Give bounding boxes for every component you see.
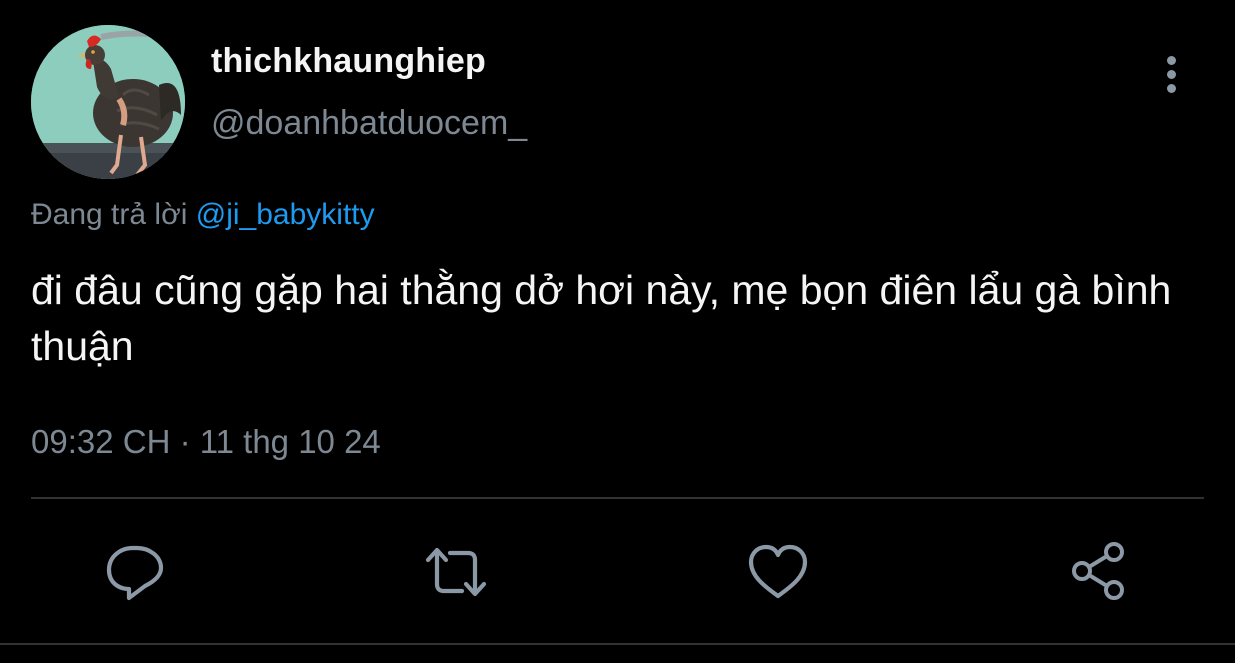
replying-to: Đang trả lời @ji_babykitty [31, 198, 375, 232]
reply-mention-link[interactable]: @ji_babykitty [196, 198, 375, 231]
tweet-text: đi đâu cũng gặp hai thằng dở hơi này, mẹ… [31, 267, 1172, 369]
retweet-button[interactable] [424, 540, 488, 604]
avatar[interactable] [31, 25, 185, 179]
more-dot-icon [1167, 56, 1176, 65]
user-handle[interactable]: @doanhbatduocem_ [211, 104, 527, 143]
like-button[interactable] [746, 540, 810, 604]
share-button[interactable] [1068, 540, 1132, 604]
heart-icon [748, 544, 808, 599]
bottom-divider [0, 643, 1235, 645]
rooster-avatar-image [31, 25, 185, 179]
share-icon [1072, 542, 1124, 600]
more-options-button[interactable] [1150, 52, 1194, 96]
replying-to-label: Đang trả lời [31, 198, 188, 231]
display-name[interactable]: thichkhaunghiep [211, 42, 486, 81]
tweet-timestamp[interactable]: 09:32 CH · 11 thg 10 24 [31, 423, 381, 461]
reply-icon [106, 545, 164, 601]
reply-button[interactable] [103, 540, 167, 604]
retweet-icon [425, 547, 487, 597]
tweet-detail: thichkhaunghiep @doanhbatduocem_ Đang tr… [0, 0, 1235, 663]
divider [31, 497, 1204, 499]
more-dot-icon [1167, 84, 1176, 93]
more-dot-icon [1167, 70, 1176, 79]
